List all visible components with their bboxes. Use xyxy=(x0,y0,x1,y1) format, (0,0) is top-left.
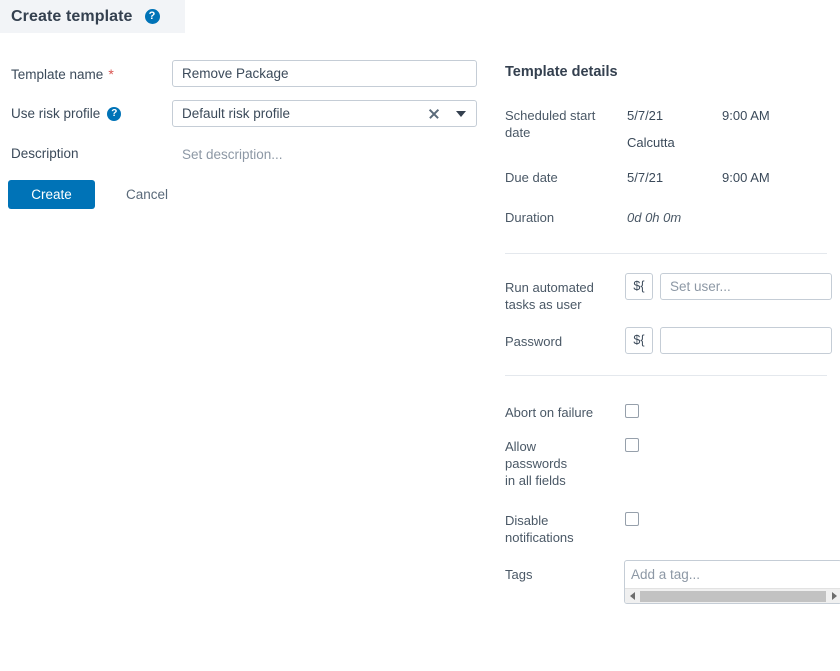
disable-notifications-label: Disable notifications xyxy=(505,513,574,545)
password-label: Password xyxy=(505,334,563,349)
scheduled-start-time[interactable]: 9:00 AM xyxy=(722,107,770,124)
abort-on-failure-checkbox[interactable] xyxy=(625,404,639,418)
tags-input[interactable] xyxy=(625,561,840,587)
run-as-user-input[interactable] xyxy=(660,273,832,300)
risk-profile-select[interactable]: Default risk profile xyxy=(172,100,477,127)
risk-profile-help-icon[interactable]: ? xyxy=(107,106,122,121)
cancel-button[interactable]: Cancel xyxy=(126,187,168,202)
tags-horizontal-scrollbar[interactable] xyxy=(625,588,840,603)
chevron-down-icon[interactable] xyxy=(456,110,466,117)
page-title: Create template xyxy=(11,7,133,25)
tags-input-box[interactable] xyxy=(624,560,840,604)
scheduled-start-date[interactable]: 5/7/21 xyxy=(627,107,663,124)
allow-passwords-checkbox[interactable] xyxy=(625,438,639,452)
description-label-row: Description xyxy=(11,146,79,161)
page-header-tab: Create template ? xyxy=(0,0,185,33)
duration-value[interactable]: 0d 0h 0m xyxy=(627,209,681,226)
disable-notifications-checkbox[interactable] xyxy=(625,512,639,526)
due-date-time[interactable]: 9:00 AM xyxy=(722,169,770,186)
risk-profile-selected-value: Default risk profile xyxy=(182,106,291,121)
create-button[interactable]: Create xyxy=(8,180,95,209)
risk-profile-label-row: Use risk profile ? xyxy=(11,106,122,121)
due-date-value[interactable]: 5/7/21 xyxy=(627,169,663,186)
risk-profile-label: Use risk profile xyxy=(11,106,101,121)
triangle-right-icon[interactable] xyxy=(827,589,840,604)
password-input[interactable] xyxy=(660,327,832,354)
details-divider-1 xyxy=(505,253,827,254)
required-marker: * xyxy=(108,66,114,82)
template-form-pane: Template name * Use risk profile ? Defau… xyxy=(0,33,490,671)
template-name-label: Template name xyxy=(11,66,104,82)
help-icon[interactable]: ? xyxy=(144,9,160,24)
password-variable-button[interactable]: ${ xyxy=(625,327,653,354)
description-placeholder[interactable]: Set description... xyxy=(182,147,283,162)
template-name-label-row: Template name * xyxy=(11,66,114,82)
description-label: Description xyxy=(11,146,79,161)
scheduled-start-timezone[interactable]: Calcutta xyxy=(627,134,675,151)
details-divider-2 xyxy=(505,375,827,376)
abort-on-failure-label: Abort on failure xyxy=(505,405,594,420)
template-name-input[interactable] xyxy=(172,60,477,87)
details-title: Template details xyxy=(505,64,618,80)
duration-label: Duration xyxy=(505,210,555,225)
allow-passwords-label: Allow passwords in all fields xyxy=(505,439,568,488)
tags-label: Tags xyxy=(505,567,533,582)
create-template-page: Create template ? Template name * Use ri… xyxy=(0,0,840,671)
close-x-icon[interactable] xyxy=(426,106,442,122)
scheduled-start-label: Scheduled start date xyxy=(505,108,596,140)
scrollbar-thumb[interactable] xyxy=(640,590,826,602)
run-as-user-label: Run automated tasks as user xyxy=(505,280,594,312)
due-date-label: Due date xyxy=(505,170,558,185)
run-as-user-variable-button[interactable]: ${ xyxy=(625,273,653,300)
triangle-left-icon[interactable] xyxy=(625,589,639,604)
